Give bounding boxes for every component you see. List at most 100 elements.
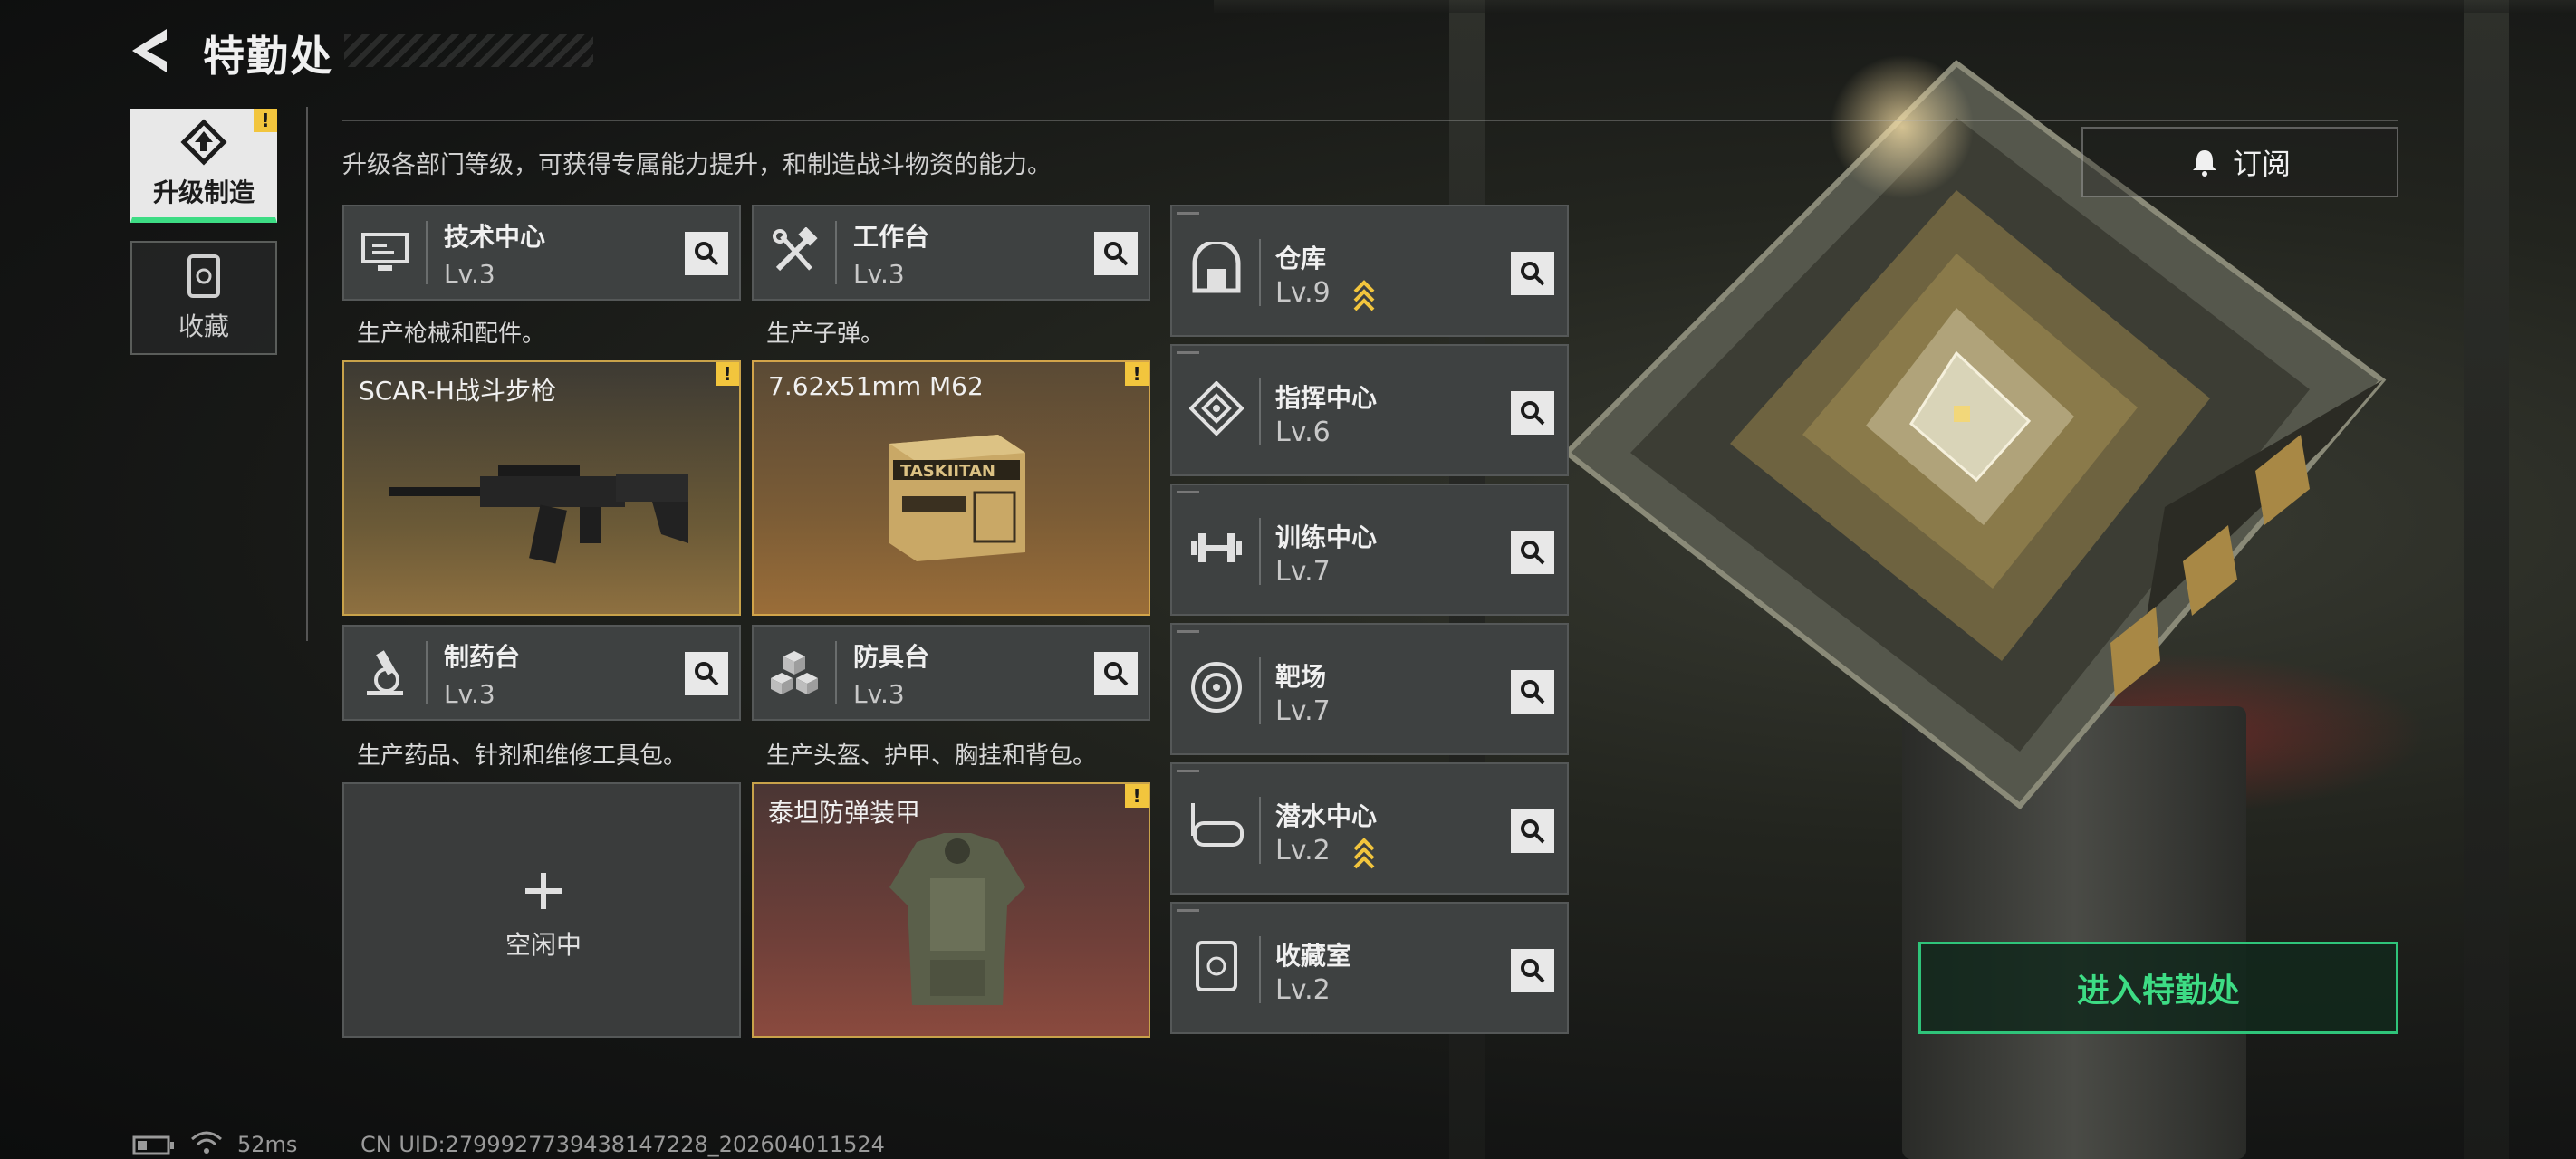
station-name: 技术中心: [444, 221, 546, 252]
slot-item-name: SCAR-H战斗步枪: [359, 376, 556, 406]
command-center-icon: [1189, 381, 1244, 436]
facility-collection-room[interactable]: 收藏室 Lv.2: [1170, 902, 1569, 1034]
cubes-icon: [771, 651, 818, 694]
subscribe-button[interactable]: 订阅: [2081, 127, 2398, 197]
uid-readout: CN UID:279992773943814722​8_202604011524: [360, 1132, 885, 1157]
station-product-desc: 生产子弹。: [766, 321, 885, 348]
station-tech-center[interactable]: 技术中心 Lv.3: [342, 205, 741, 301]
search-button[interactable]: [1511, 252, 1554, 295]
search-icon: [1521, 401, 1545, 426]
tab-collection-label: 收藏: [178, 311, 229, 341]
station-workbench[interactable]: 工作台 Lv.3: [752, 205, 1150, 301]
upgrade-chevron-icon: [1353, 838, 1375, 869]
search-icon: [695, 242, 719, 266]
alert-badge: !: [716, 362, 739, 386]
facility-name: 潜水中心: [1275, 801, 1378, 831]
microscope-icon: [367, 650, 403, 695]
back-button[interactable]: [127, 25, 178, 76]
facility-level: Lv.6: [1275, 417, 1331, 448]
plus-icon: [525, 873, 562, 909]
collection-icon: [187, 254, 220, 298]
header-divider: [342, 120, 2398, 121]
monitor-icon: [361, 233, 409, 271]
wifi-icon: [191, 1131, 222, 1154]
craft-slot-ammo[interactable]: 7.62x51mm M62 ! TASKIITAN: [752, 360, 1150, 616]
search-button[interactable]: [685, 232, 728, 275]
facility-level: Lv.7: [1275, 556, 1331, 588]
search-icon: [1104, 242, 1129, 266]
subscribe-label: 订阅: [2232, 147, 2291, 181]
facility-level: Lv.2: [1275, 835, 1331, 867]
search-button[interactable]: [1511, 949, 1554, 992]
craft-slot-scar-h[interactable]: SCAR-H战斗步枪 !: [342, 360, 741, 616]
search-button[interactable]: [1094, 232, 1138, 275]
back-arrow-icon: [132, 29, 167, 72]
search-button[interactable]: [1511, 391, 1554, 435]
station-level: Lv.3: [444, 678, 495, 709]
facility-level: Lv.2: [1275, 974, 1331, 1006]
station-name: 工作台: [853, 221, 930, 252]
upgrade-craft-icon: [180, 119, 227, 166]
facility-name: 指挥中心: [1275, 383, 1378, 413]
search-button[interactable]: [1511, 809, 1554, 853]
search-icon: [1521, 819, 1545, 844]
warehouse-icon: [1192, 242, 1241, 293]
search-button[interactable]: [1094, 652, 1138, 695]
station-pharmacy[interactable]: 制药台 Lv.3: [342, 625, 741, 721]
facility-level: Lv.7: [1275, 695, 1331, 727]
battery-icon: [132, 1135, 174, 1155]
search-button[interactable]: [1511, 670, 1554, 714]
collection-room-icon: [1196, 941, 1237, 991]
bell-icon: [2192, 150, 2216, 177]
station-level: Lv.3: [853, 678, 905, 709]
station-product-desc: 生产药品、针剂和维修工具包。: [357, 742, 687, 770]
search-button[interactable]: [1511, 531, 1554, 574]
title-decoration: [344, 34, 593, 67]
tools-icon: [773, 227, 818, 272]
idle-label: 空闲中: [505, 930, 582, 960]
search-icon: [1104, 662, 1129, 686]
facility-name: 靶场: [1275, 662, 1327, 692]
alert-badge: !: [254, 109, 277, 132]
facility-name: 仓库: [1275, 244, 1327, 273]
enter-special-ops-button[interactable]: 进入特勤处: [1918, 942, 2398, 1034]
ammo-box-icon: TASKIITAN: [889, 435, 1025, 561]
search-icon: [1521, 262, 1545, 286]
search-icon: [1521, 680, 1545, 704]
facility-command-center[interactable]: 指挥中心 Lv.6: [1170, 344, 1569, 476]
station-product-desc: 生产枪械和配件。: [357, 321, 546, 348]
sidebar-divider: [306, 107, 308, 641]
search-button[interactable]: [685, 652, 728, 695]
facility-name: 训练中心: [1275, 522, 1378, 552]
facility-level: Lv.9: [1275, 277, 1331, 309]
target-icon: [1191, 662, 1242, 713]
ping-readout: 52ms: [237, 1132, 298, 1157]
tab-upgrade-craft[interactable]: 升级制造 !: [130, 109, 277, 223]
diving-mask-icon: [1191, 803, 1244, 847]
craft-slot-armor[interactable]: 泰坦防弹装甲 !: [752, 782, 1150, 1038]
dumbbell-icon: [1191, 533, 1242, 562]
rifle-icon: [389, 465, 688, 564]
ammo-box-label: TASKIITAN: [900, 462, 995, 481]
page-title: 特勤处: [203, 32, 333, 81]
facility-training-center[interactable]: 训练中心 Lv.7: [1170, 484, 1569, 616]
search-icon: [695, 662, 719, 686]
facility-shooting-range[interactable]: 靶场 Lv.7: [1170, 623, 1569, 755]
tab-collection[interactable]: 收藏: [130, 241, 277, 355]
station-name: 防具台: [853, 641, 930, 672]
page-description: 升级各部门等级，可获得专属能力提升，和制造战斗物资的能力。: [342, 151, 1052, 179]
station-level: Lv.3: [853, 258, 905, 289]
body-armor-icon: [889, 833, 1025, 1005]
search-icon: [1521, 541, 1545, 565]
station-name: 制药台: [444, 641, 521, 672]
slot-item-name: 7.62x51mm M62: [768, 371, 984, 401]
facility-diving-center[interactable]: 潜水中心 Lv.2: [1170, 762, 1569, 895]
facility-name: 收藏室: [1275, 941, 1352, 971]
facility-warehouse[interactable]: 仓库 Lv.9: [1170, 205, 1569, 337]
station-product-desc: 生产头盔、护甲、胸挂和背包。: [766, 742, 1097, 770]
search-icon: [1521, 959, 1545, 983]
station-armor[interactable]: 防具台 Lv.3: [752, 625, 1150, 721]
tab-upgrade-craft-label: 升级制造: [152, 177, 255, 207]
craft-slot-empty[interactable]: 空闲中: [342, 782, 741, 1038]
enter-label: 进入特勤处: [2076, 972, 2240, 1010]
